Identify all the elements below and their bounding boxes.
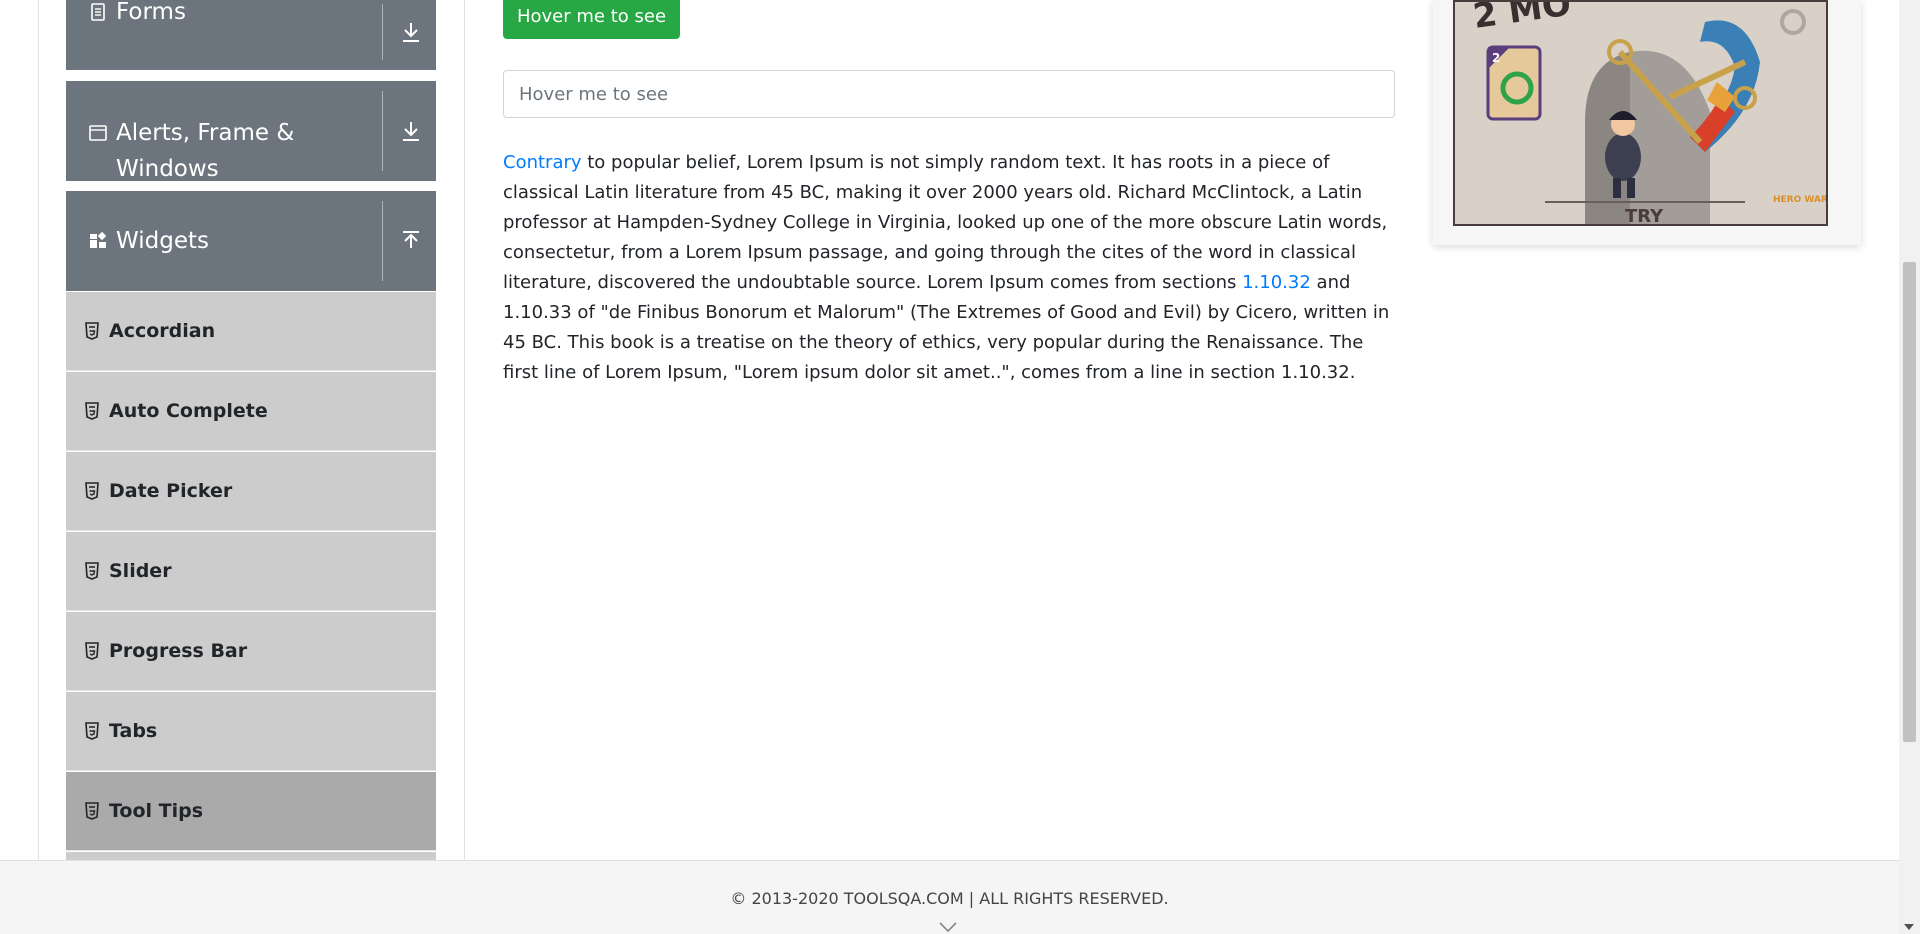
ad-game-image[interactable]: 2 MO 2 TRY HERO WARS: [1453, 0, 1828, 226]
divider: [382, 4, 383, 60]
download-arrow-icon[interactable]: [398, 118, 424, 144]
download-arrow-icon[interactable]: [398, 19, 424, 45]
html5-icon: [85, 642, 99, 660]
sidebar-group-widgets[interactable]: Widgets: [66, 191, 436, 291]
sidebar-group-forms[interactable]: Forms: [66, 0, 436, 70]
ad-illustration: 2 MO 2 TRY HERO WARS: [1455, 2, 1828, 226]
sidebar-group-label: Widgets: [116, 228, 209, 254]
contrary-link[interactable]: Contrary: [503, 152, 582, 173]
page-scrollbar[interactable]: [1899, 0, 1920, 934]
html5-icon: [85, 482, 99, 500]
divider: [382, 91, 383, 171]
chevron-down-icon[interactable]: [938, 921, 958, 933]
svg-text:HERO WARS: HERO WARS: [1773, 195, 1828, 205]
html5-icon: [85, 722, 99, 740]
contrary-paragraph: Contrary to popular belief, Lorem Ipsum …: [503, 148, 1395, 388]
sidebar-item-label: Progress Bar: [109, 640, 248, 662]
sidebar-group-alerts[interactable]: Alerts, Frame & Windows: [66, 81, 436, 182]
upload-arrow-icon[interactable]: [398, 228, 424, 254]
sidebar-item-label: Slider: [109, 560, 172, 582]
scrollbar-thumb[interactable]: [1903, 262, 1916, 742]
footer-copyright: © 2013-2020 TOOLSQA.COM | ALL RIGHTS RES…: [730, 889, 1169, 908]
svg-text:2: 2: [1492, 51, 1500, 65]
section-link[interactable]: 1.10.32: [1242, 272, 1311, 293]
sidebar-item-date-picker[interactable]: Date Picker: [66, 451, 436, 531]
sidebar-group-label: Forms: [116, 0, 186, 25]
widgets-menu-list: Accordian Auto Complete Date Picker Slid…: [66, 291, 436, 871]
html5-icon: [85, 562, 99, 580]
ad-banner[interactable]: 2 MO 2 TRY HERO WARS: [1433, 0, 1861, 245]
sidebar-item-accordian[interactable]: Accordian: [66, 291, 436, 371]
window-icon: [89, 125, 107, 141]
hover-me-button[interactable]: Hover me to see: [503, 0, 680, 39]
svg-text:TRY: TRY: [1625, 206, 1664, 226]
sidebar-item-slider[interactable]: Slider: [66, 531, 436, 611]
document-icon: [91, 3, 105, 21]
sidebar-item-label: Tabs: [109, 720, 158, 742]
widgets-grid-icon: [90, 231, 107, 248]
sidebar-item-tabs[interactable]: Tabs: [66, 691, 436, 771]
sidebar-group-label: Alerts, Frame & Windows: [116, 120, 295, 182]
sidebar-item-label: Date Picker: [109, 480, 233, 502]
sidebar-item-tool-tips[interactable]: Tool Tips: [66, 771, 436, 851]
html5-icon: [85, 402, 99, 420]
html5-icon: [85, 322, 99, 340]
html5-icon: [85, 802, 99, 820]
page-footer: © 2013-2020 TOOLSQA.COM | ALL RIGHTS RES…: [0, 860, 1899, 934]
hover-me-input[interactable]: [503, 70, 1395, 118]
sidebar-item-label: Tool Tips: [109, 800, 204, 822]
left-panel: Forms Alerts, Frame & Windows Widgets Ac…: [38, 0, 465, 871]
sidebar-item-label: Auto Complete: [109, 400, 268, 422]
sidebar-item-label: Accordian: [109, 320, 216, 342]
sidebar-item-progress-bar[interactable]: Progress Bar: [66, 611, 436, 691]
scroll-down-arrow-icon[interactable]: [1904, 924, 1914, 930]
divider: [382, 201, 383, 281]
sidebar-item-auto-complete[interactable]: Auto Complete: [66, 371, 436, 451]
